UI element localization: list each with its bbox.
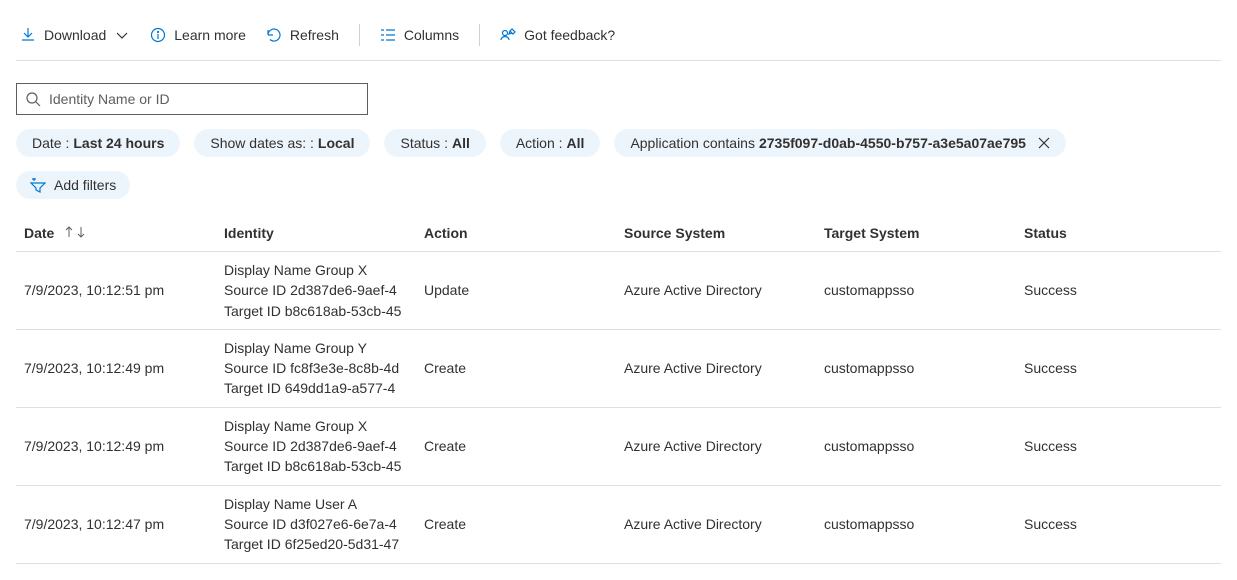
identity-sourceid: Source ID 2d387de6-9aef-4	[224, 436, 408, 456]
cell-action: Create	[416, 329, 616, 407]
search-icon	[25, 91, 41, 107]
toolbar: Download Learn more Refresh Columns Got …	[16, 16, 1221, 61]
feedback-button[interactable]: Got feedback?	[500, 27, 615, 43]
cell-status: Success	[1016, 485, 1221, 563]
filter-action-label: Action :	[516, 135, 563, 151]
identity-targetid: Target ID b8c618ab-53cb-45	[224, 456, 408, 476]
cell-action: Update	[416, 252, 616, 330]
download-label: Download	[44, 27, 106, 43]
search-input[interactable]	[47, 90, 359, 108]
cell-source: Azure Active Directory	[616, 329, 816, 407]
download-button[interactable]: Download	[20, 27, 130, 43]
columns-label: Columns	[404, 27, 459, 43]
filter-icon	[30, 177, 46, 193]
identity-displayname: Display Name Group X	[224, 260, 408, 280]
identity-targetid: Target ID 649dd1a9-a577-4	[224, 378, 408, 398]
log-table: Date Identity Action Source System Targe…	[16, 215, 1221, 564]
learn-more-button[interactable]: Learn more	[150, 27, 246, 43]
feedback-label: Got feedback?	[524, 27, 615, 43]
col-header-source-label: Source System	[624, 225, 725, 241]
col-header-target-label: Target System	[824, 225, 919, 241]
filter-showdates-label: Show dates as: :	[210, 135, 314, 151]
col-header-target[interactable]: Target System	[816, 215, 1016, 252]
cell-date: 7/9/2023, 10:12:47 pm	[16, 485, 216, 563]
filter-status[interactable]: Status : All	[384, 129, 485, 157]
cell-action: Create	[416, 485, 616, 563]
cell-target: customappsso	[816, 407, 1016, 485]
cell-source: Azure Active Directory	[616, 407, 816, 485]
separator	[359, 24, 360, 46]
filter-action[interactable]: Action : All	[500, 129, 601, 157]
feedback-icon	[500, 27, 516, 43]
identity-targetid: Target ID b8c618ab-53cb-45	[224, 301, 408, 321]
col-header-identity-label: Identity	[224, 225, 274, 241]
identity-sourceid: Source ID 2d387de6-9aef-4	[224, 280, 408, 300]
cell-date: 7/9/2023, 10:12:49 pm	[16, 329, 216, 407]
cell-status: Success	[1016, 252, 1221, 330]
separator	[479, 24, 480, 46]
col-header-source[interactable]: Source System	[616, 215, 816, 252]
identity-sourceid: Source ID fc8f3e3e-8c8b-4d	[224, 358, 408, 378]
filter-status-label: Status :	[400, 135, 447, 151]
cell-source: Azure Active Directory	[616, 252, 816, 330]
refresh-icon	[266, 27, 282, 43]
col-header-action[interactable]: Action	[416, 215, 616, 252]
filter-date[interactable]: Date : Last 24 hours	[16, 129, 180, 157]
sort-icons	[64, 226, 86, 238]
cell-status: Success	[1016, 329, 1221, 407]
filter-application-value: 2735f097-d0ab-4550-b757-a3e5a07ae795	[759, 135, 1026, 151]
chevron-down-icon	[114, 27, 130, 43]
filter-application-label: Application contains	[630, 135, 755, 151]
table-row[interactable]: 7/9/2023, 10:12:47 pmDisplay Name User A…	[16, 485, 1221, 563]
filter-showdates[interactable]: Show dates as: : Local	[194, 129, 370, 157]
cell-source: Azure Active Directory	[616, 485, 816, 563]
col-header-identity[interactable]: Identity	[216, 215, 416, 252]
col-header-action-label: Action	[424, 225, 468, 241]
close-icon[interactable]	[1038, 137, 1050, 149]
table-row[interactable]: 7/9/2023, 10:12:49 pmDisplay Name Group …	[16, 407, 1221, 485]
filter-date-value: Last 24 hours	[73, 135, 164, 151]
columns-button[interactable]: Columns	[380, 27, 459, 43]
filter-row: Date : Last 24 hours Show dates as: : Lo…	[16, 129, 1221, 157]
sort-up-icon	[64, 226, 74, 238]
identity-displayname: Display Name User A	[224, 494, 408, 514]
columns-icon	[380, 27, 396, 43]
filter-application[interactable]: Application contains 2735f097-d0ab-4550-…	[614, 129, 1066, 157]
identity-displayname: Display Name Group Y	[224, 338, 408, 358]
add-filters-button[interactable]: Add filters	[16, 171, 130, 199]
table-row[interactable]: 7/9/2023, 10:12:49 pmDisplay Name Group …	[16, 329, 1221, 407]
cell-target: customappsso	[816, 485, 1016, 563]
col-header-status[interactable]: Status	[1016, 215, 1221, 252]
search-input-wrapper[interactable]	[16, 83, 368, 115]
add-filters-label: Add filters	[54, 177, 116, 193]
cell-date: 7/9/2023, 10:12:49 pm	[16, 407, 216, 485]
info-icon	[150, 27, 166, 43]
cell-action: Create	[416, 407, 616, 485]
cell-identity: Display Name User ASource ID d3f027e6-6e…	[216, 485, 416, 563]
filter-date-label: Date :	[32, 135, 69, 151]
cell-status: Success	[1016, 407, 1221, 485]
cell-date: 7/9/2023, 10:12:51 pm	[16, 252, 216, 330]
col-header-date-label: Date	[24, 225, 54, 241]
filter-showdates-value: Local	[318, 135, 355, 151]
identity-targetid: Target ID 6f25ed20-5d31-47	[224, 534, 408, 554]
filter-action-value: All	[567, 135, 585, 151]
refresh-button[interactable]: Refresh	[266, 27, 339, 43]
col-header-status-label: Status	[1024, 225, 1067, 241]
cell-target: customappsso	[816, 329, 1016, 407]
download-icon	[20, 27, 36, 43]
identity-displayname: Display Name Group X	[224, 416, 408, 436]
sort-down-icon	[76, 226, 86, 238]
table-row[interactable]: 7/9/2023, 10:12:51 pmDisplay Name Group …	[16, 252, 1221, 330]
cell-identity: Display Name Group XSource ID 2d387de6-9…	[216, 407, 416, 485]
cell-identity: Display Name Group XSource ID 2d387de6-9…	[216, 252, 416, 330]
cell-target: customappsso	[816, 252, 1016, 330]
learn-more-label: Learn more	[174, 27, 246, 43]
filter-status-value: All	[452, 135, 470, 151]
cell-identity: Display Name Group YSource ID fc8f3e3e-8…	[216, 329, 416, 407]
identity-sourceid: Source ID d3f027e6-6e7a-4	[224, 514, 408, 534]
refresh-label: Refresh	[290, 27, 339, 43]
col-header-date[interactable]: Date	[16, 215, 216, 252]
